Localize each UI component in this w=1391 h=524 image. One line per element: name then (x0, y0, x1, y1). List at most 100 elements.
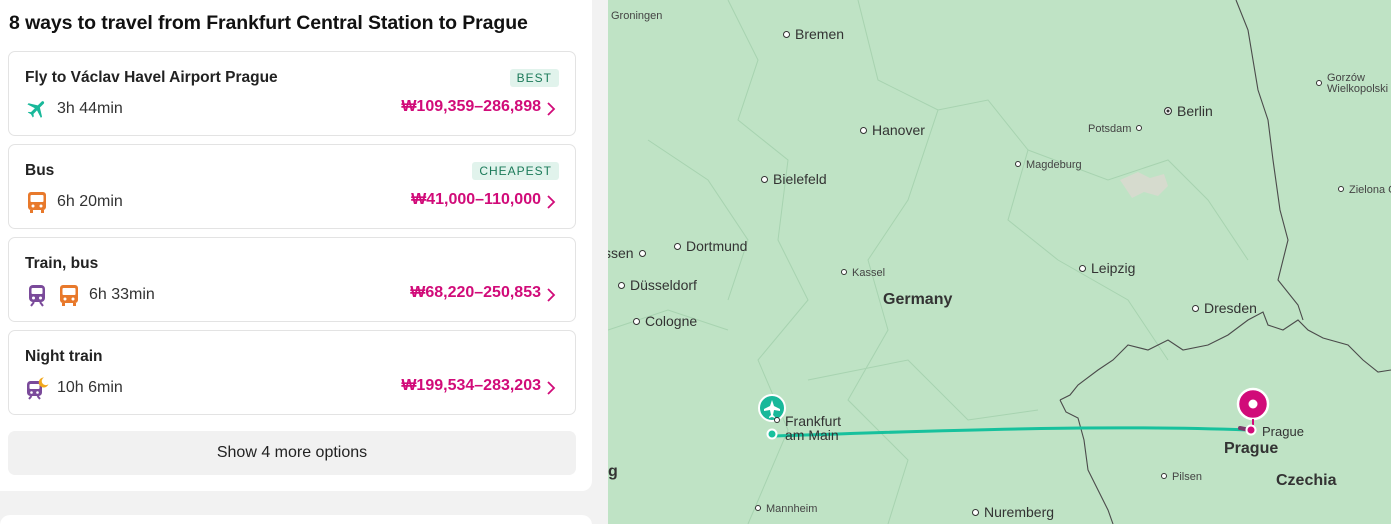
country-label: Germany (883, 291, 953, 308)
city-name: Cologne (645, 313, 698, 329)
city-name: Magdeburg (1026, 159, 1082, 171)
duration: 3h 44min (57, 100, 123, 117)
destination-pin-icon[interactable] (1236, 387, 1270, 427)
city-label: Magdeburg (1015, 159, 1082, 171)
city-label-major: Prague (1224, 440, 1279, 457)
mode-row: 3h 44min (25, 97, 123, 121)
cheapest-badge: CHEAPEST (472, 162, 559, 180)
city-name: Dresden (1204, 300, 1257, 316)
city-label: Bielefeld (761, 171, 827, 187)
city-name: Frankfurt am Main (785, 413, 842, 443)
city-label: Potsdam (1088, 123, 1147, 135)
best-badge: BEST (509, 69, 559, 87)
city-label: Dortmund (674, 238, 747, 254)
page-title: 8 ways to travel from Frankfurt Central … (9, 12, 528, 34)
city-label: Dresden (1192, 300, 1257, 316)
city-name: Düsseldorf (630, 277, 697, 293)
option-name: Train, bus (25, 255, 99, 272)
city-name: Potsdam (1088, 123, 1132, 135)
city-name: Mannheim (766, 503, 818, 515)
duration: 6h 33min (89, 286, 155, 303)
city-dot-icon (783, 30, 790, 38)
city-label: Leipzig (1079, 260, 1135, 276)
city-label: Frankfurt am Main (774, 414, 841, 442)
chevron-right-icon (545, 286, 557, 304)
results-panel: 8 ways to travel from Frankfurt Central … (0, 0, 592, 491)
price: ₩109,359–286,898 (401, 98, 541, 115)
city-name: Dortmund (686, 238, 748, 254)
next-panel-edge (0, 515, 592, 524)
city-dot-icon (618, 281, 625, 289)
city-dot-icon (841, 269, 847, 276)
city-label: Düsseldorf (618, 277, 697, 293)
city-label: Bremen (783, 26, 844, 42)
duration: 6h 20min (57, 193, 123, 210)
city-dot-icon (860, 126, 867, 134)
duration: 10h 6min (57, 379, 123, 396)
city-label: Nuremberg (972, 504, 1054, 520)
city-dot-icon (761, 175, 768, 183)
route-map[interactable]: Groningen Bremen Berlin Gorzów Wielkopol… (608, 0, 1391, 524)
option-card-bus[interactable]: Bus CHEAPEST 6h 20min ₩41,000–110,000 (8, 144, 576, 229)
option-card-fly[interactable]: Fly to Václav Havel Airport Prague BEST … (8, 51, 576, 136)
mode-row: 6h 33min (25, 283, 155, 307)
city-label: Cologne (633, 313, 697, 329)
city-dot-icon (674, 242, 681, 250)
city-name: Bremen (795, 26, 845, 42)
night-train-icon (25, 376, 49, 400)
plane-icon (25, 97, 49, 121)
city-name: Nuremberg (984, 504, 1055, 520)
city-dot-icon (972, 508, 979, 516)
city-label: Mannheim (755, 503, 817, 515)
mode-row: 6h 20min (25, 190, 123, 214)
city-dot-icon (1161, 473, 1167, 480)
mode-row: 10h 6min (25, 376, 123, 400)
option-name: Fly to Václav Havel Airport Prague (25, 69, 278, 86)
train-icon (25, 283, 49, 307)
city-dot-icon (755, 505, 761, 512)
city-label: Gorzów Wielkopolski (1316, 73, 1388, 95)
city-name: Hanover (872, 122, 925, 138)
city-name: Leipzig (1091, 260, 1136, 276)
app-root: 8 ways to travel from Frankfurt Central … (0, 0, 1391, 524)
city-label: Berlin (1164, 103, 1213, 119)
city-name: Zielona G (1349, 184, 1391, 196)
city-dot-icon (774, 417, 780, 423)
city-label: Hanover (860, 122, 925, 138)
city-dot-icon (1338, 186, 1344, 193)
map-label-cut: g (608, 463, 618, 480)
price: ₩199,534–283,203 (401, 377, 541, 394)
city-dot-icon (1015, 161, 1021, 168)
option-card-train-bus[interactable]: Train, bus 6h 33min ₩68,220–250,853 (8, 237, 576, 322)
price: ₩68,220–250,853 (410, 284, 541, 301)
city-dot-icon (1136, 125, 1143, 132)
city-name: Gorzów Wielkopolski (1327, 72, 1389, 95)
chevron-right-icon (545, 379, 557, 397)
city-label: Pilsen (1161, 471, 1202, 483)
option-card-night-train[interactable]: Night train 10h 6min ₩199,534–283,203 (8, 330, 576, 415)
city-dot-icon (633, 317, 640, 325)
city-name: Bielefeld (773, 171, 827, 187)
city-dot-icon (1316, 80, 1322, 86)
bus-icon (25, 190, 49, 214)
city-name: Kassel (852, 267, 886, 279)
option-name: Night train (25, 348, 103, 365)
city-name: Berlin (1177, 103, 1213, 119)
city-label: ssen (608, 245, 651, 261)
price: ₩41,000–110,000 (411, 191, 541, 208)
city-label: Kassel (841, 267, 885, 279)
option-name: Bus (25, 162, 55, 179)
bus-icon (57, 283, 81, 307)
city-dot-icon (1079, 264, 1086, 272)
city-dot-icon (638, 249, 646, 257)
city-label: Prague (1262, 424, 1304, 439)
capital-dot-icon (1164, 107, 1172, 116)
city-name: ssen (608, 245, 634, 261)
show-more-options-button[interactable]: Show 4 more options (8, 431, 576, 475)
city-label: Groningen (611, 10, 663, 22)
destination-marker-icon (1245, 424, 1257, 436)
city-label: Zielona G (1338, 184, 1391, 196)
country-label: Czechia (1276, 472, 1337, 489)
city-dot-icon (1192, 304, 1199, 312)
chevron-right-icon (545, 193, 557, 211)
